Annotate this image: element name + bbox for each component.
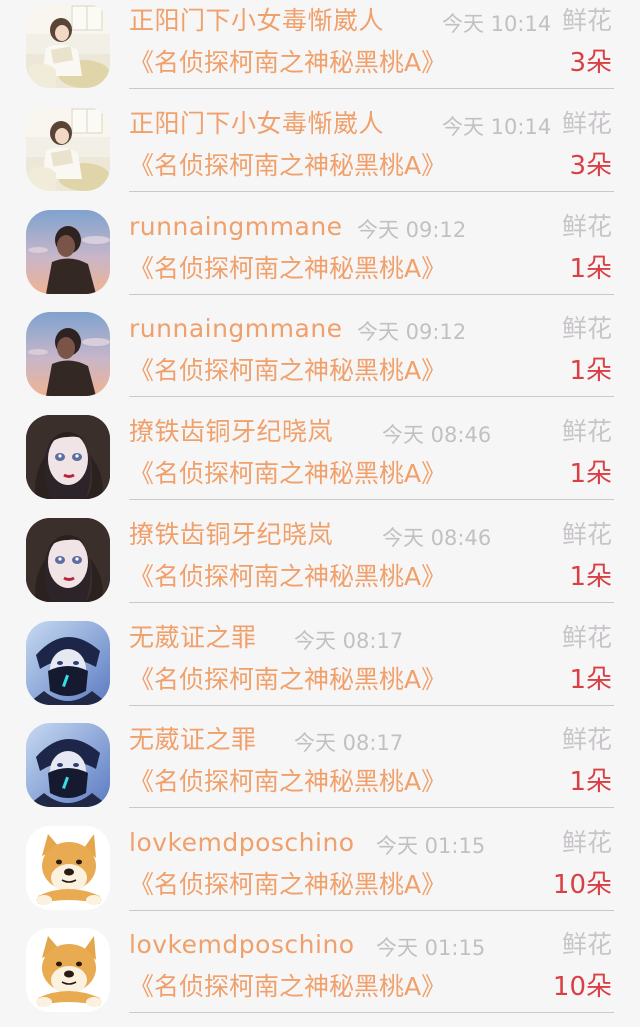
book-title[interactable]: 《名侦探柯南之神秘黑桃A》 <box>129 559 446 595</box>
record-row[interactable]: runnaingmmane 今天 09:12 鲜花 《名侦探柯南之神秘黑桃A》 … <box>0 308 640 411</box>
book-title[interactable]: 《名侦探柯南之神秘黑桃A》 <box>129 662 446 698</box>
flower-count: 10朵 <box>552 972 612 1002</box>
timestamp: 今天 01:15 <box>376 936 486 960</box>
flower-count: 1朵 <box>569 356 612 386</box>
row-divider <box>129 705 614 706</box>
flower-count: 3朵 <box>569 151 612 181</box>
row-divider <box>129 1012 614 1013</box>
record-row[interactable]: 正阳门下小女毒惭崴人 今天 10:14 鲜花 《名侦探柯南之神秘黑桃A》 3朵 <box>0 103 640 206</box>
user-name[interactable]: lovkemdposchino <box>129 825 355 861</box>
timestamp: 今天 08:17 <box>294 629 404 653</box>
record-row[interactable]: 撩铁齿铜牙纪晓岚 今天 08:46 鲜花 《名侦探柯南之神秘黑桃A》 1朵 <box>0 514 640 617</box>
gift-type: 鲜花 <box>561 930 612 959</box>
flower-count: 3朵 <box>569 48 612 78</box>
timestamp: 今天 09:12 <box>357 320 467 344</box>
timestamp: 今天 01:15 <box>376 834 486 858</box>
anime-girl-avatar[interactable] <box>26 415 110 499</box>
user-name[interactable]: lovkemdposchino <box>129 927 355 963</box>
row-divider <box>129 910 614 911</box>
book-title[interactable]: 《名侦探柯南之神秘黑桃A》 <box>129 148 446 184</box>
book-title[interactable]: 《名侦探柯南之神秘黑桃A》 <box>129 251 446 287</box>
flower-count: 1朵 <box>569 562 612 592</box>
boy-sunset-avatar[interactable] <box>26 210 110 294</box>
book-title[interactable]: 《名侦探柯南之神秘黑桃A》 <box>129 764 446 800</box>
record-row[interactable]: runnaingmmane 今天 09:12 鲜花 《名侦探柯南之神秘黑桃A》 … <box>0 206 640 309</box>
row-divider <box>129 807 614 808</box>
timestamp: 今天 09:12 <box>357 218 467 242</box>
timestamp: 今天 08:17 <box>294 731 404 755</box>
book-title[interactable]: 《名侦探柯南之神秘黑桃A》 <box>129 969 446 1005</box>
gift-type: 鲜花 <box>561 828 612 857</box>
row-divider <box>129 294 614 295</box>
flower-count: 1朵 <box>569 767 612 797</box>
flower-record-list: 正阳门下小女毒惭崴人 今天 10:14 鲜花 《名侦探柯南之神秘黑桃A》 3朵 … <box>0 0 640 1021</box>
doge-avatar[interactable] <box>26 928 110 1012</box>
flower-count: 1朵 <box>569 459 612 489</box>
book-title[interactable]: 《名侦探柯南之神秘黑桃A》 <box>129 45 446 81</box>
record-row[interactable]: 撩铁齿铜牙纪晓岚 今天 08:46 鲜花 《名侦探柯南之神秘黑桃A》 1朵 <box>0 411 640 514</box>
flower-count: 1朵 <box>569 254 612 284</box>
record-row[interactable]: lovkemdposchino 今天 01:15 鲜花 《名侦探柯南之神秘黑桃A… <box>0 924 640 1027</box>
gift-type: 鲜花 <box>561 6 612 35</box>
flower-count: 1朵 <box>569 665 612 695</box>
book-title[interactable]: 《名侦探柯南之神秘黑桃A》 <box>129 867 446 903</box>
gift-type: 鲜花 <box>561 109 612 138</box>
timestamp: 今天 08:46 <box>382 526 492 550</box>
row-divider <box>129 499 614 500</box>
record-row[interactable]: 无葳证之罪 今天 08:17 鲜花 《名侦探柯南之神秘黑桃A》 1朵 <box>0 719 640 822</box>
book-title[interactable]: 《名侦探柯南之神秘黑桃A》 <box>129 353 446 389</box>
anime-boy-mask-avatar[interactable] <box>26 723 110 807</box>
gift-type: 鲜花 <box>561 417 612 446</box>
gift-type: 鲜花 <box>561 212 612 241</box>
gift-type: 鲜花 <box>561 725 612 754</box>
anime-girl-avatar[interactable] <box>26 518 110 602</box>
girl-reading-avatar[interactable] <box>26 4 110 88</box>
row-divider <box>129 396 614 397</box>
user-name[interactable]: 撩铁齿铜牙纪晓岚 <box>129 517 333 553</box>
user-name[interactable]: 无葳证之罪 <box>129 722 257 758</box>
user-name[interactable]: runnaingmmane <box>129 311 343 347</box>
user-name[interactable]: 无葳证之罪 <box>129 620 257 656</box>
row-divider <box>129 191 614 192</box>
gift-type: 鲜花 <box>561 623 612 652</box>
book-title[interactable]: 《名侦探柯南之神秘黑桃A》 <box>129 456 446 492</box>
anime-boy-mask-avatar[interactable] <box>26 621 110 705</box>
timestamp: 今天 08:46 <box>382 423 492 447</box>
user-name[interactable]: 正阳门下小女毒惭崴人 <box>129 106 384 142</box>
flower-count: 10朵 <box>552 870 612 900</box>
boy-sunset-avatar[interactable] <box>26 312 110 396</box>
doge-avatar[interactable] <box>26 826 110 910</box>
row-divider <box>129 88 614 89</box>
record-row[interactable]: lovkemdposchino 今天 01:15 鲜花 《名侦探柯南之神秘黑桃A… <box>0 822 640 925</box>
user-name[interactable]: 正阳门下小女毒惭崴人 <box>129 3 384 39</box>
user-name[interactable]: 撩铁齿铜牙纪晓岚 <box>129 414 333 450</box>
timestamp: 今天 10:14 <box>442 115 552 139</box>
girl-reading-avatar[interactable] <box>26 107 110 191</box>
record-row[interactable]: 无葳证之罪 今天 08:17 鲜花 《名侦探柯南之神秘黑桃A》 1朵 <box>0 617 640 720</box>
record-row[interactable]: 正阳门下小女毒惭崴人 今天 10:14 鲜花 《名侦探柯南之神秘黑桃A》 3朵 <box>0 0 640 103</box>
timestamp: 今天 10:14 <box>442 12 552 36</box>
user-name[interactable]: runnaingmmane <box>129 209 343 245</box>
row-divider <box>129 602 614 603</box>
gift-type: 鲜花 <box>561 314 612 343</box>
gift-type: 鲜花 <box>561 520 612 549</box>
